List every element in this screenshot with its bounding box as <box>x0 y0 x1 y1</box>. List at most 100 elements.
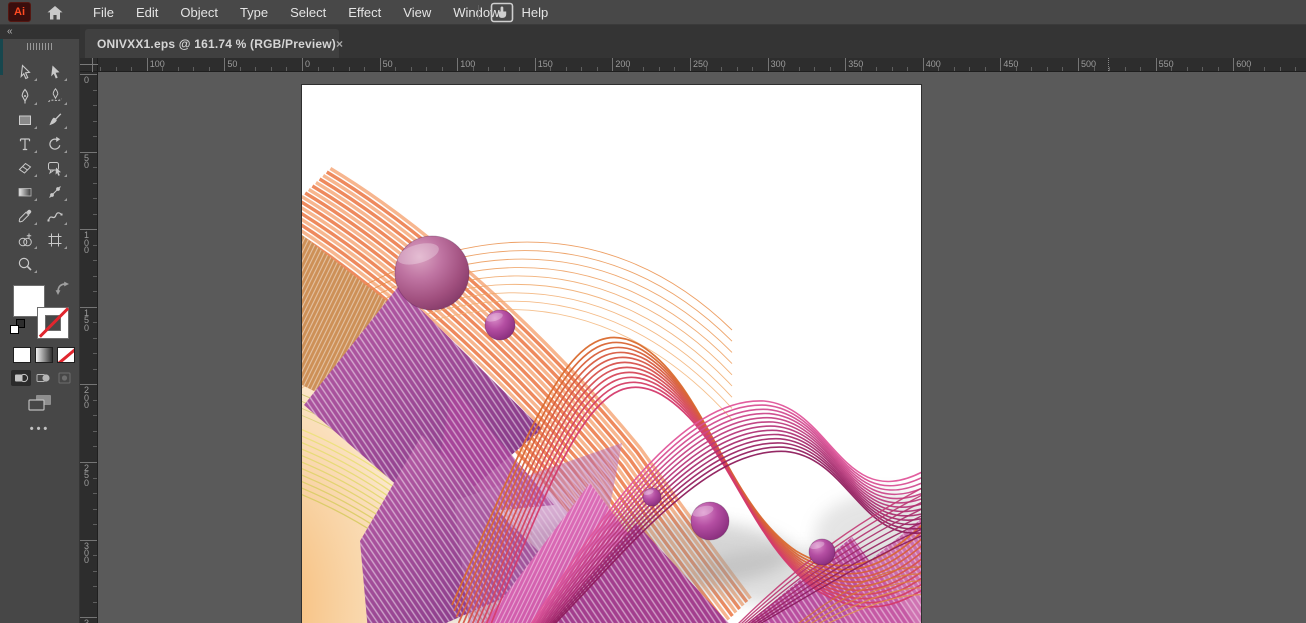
curvature-tool[interactable] <box>40 84 70 108</box>
ruler-tick <box>131 67 132 71</box>
ruler-tick <box>333 67 334 71</box>
ruler-tick <box>224 58 225 71</box>
zoom-tool[interactable] <box>10 252 40 276</box>
selection-tool[interactable] <box>40 60 70 84</box>
ruler-label: 100 <box>150 59 165 69</box>
ruler-label: 0 <box>84 480 89 487</box>
touch-workspace-icon <box>490 2 514 23</box>
ruler-tick <box>93 446 97 447</box>
ruler-label: 0 <box>84 77 89 84</box>
ruler-tick <box>969 67 970 71</box>
menu-item-select[interactable]: Select <box>279 0 337 25</box>
ruler-tick <box>1000 58 1001 71</box>
draw-normal-button[interactable] <box>11 370 31 386</box>
ruler-tick <box>93 509 97 510</box>
menu-item-edit[interactable]: Edit <box>125 0 169 25</box>
ruler-tick <box>799 67 800 71</box>
ruler-tick <box>1125 67 1126 71</box>
menu-item-view[interactable]: View <box>392 0 442 25</box>
panel-drag-handle[interactable] <box>27 43 53 50</box>
ruler-tick <box>93 291 97 292</box>
menu-item-object[interactable]: Object <box>169 0 229 25</box>
ruler-tick <box>1233 58 1234 71</box>
artboard-tool[interactable] <box>40 228 70 252</box>
ruler-tick <box>581 67 582 71</box>
ruler-tick <box>1078 58 1079 71</box>
draw-behind-button[interactable] <box>33 370 53 386</box>
rectangle-tool[interactable] <box>10 108 40 132</box>
touch-workspace-button[interactable] <box>488 1 515 24</box>
menu-item-effect[interactable]: Effect <box>337 0 392 25</box>
ruler-tick <box>1187 67 1188 71</box>
shape-builder-tool[interactable] <box>10 228 40 252</box>
change-screen-mode-button[interactable] <box>26 394 54 412</box>
ruler-label: 350 <box>848 59 863 69</box>
app-logo: Ai <box>8 2 31 22</box>
ruler-tick <box>93 602 97 603</box>
artboard[interactable] <box>302 85 921 623</box>
home-button[interactable] <box>42 2 68 23</box>
eraser-tool[interactable] <box>10 156 40 180</box>
ruler-label: 450 <box>1003 59 1018 69</box>
ruler-tick <box>147 58 148 71</box>
ruler-tick <box>93 369 97 370</box>
ruler-tick <box>954 67 955 71</box>
vertical-ruler[interactable]: 050100150200250300350 <box>80 72 98 623</box>
document-tab[interactable]: ONIVXX1.eps @ 161.74 % (RGB/Preview) × <box>85 29 339 58</box>
empty-tool-slot <box>40 252 70 276</box>
default-fill-stroke-icon[interactable] <box>10 319 25 334</box>
ruler-tick <box>93 338 97 339</box>
draw-inside-button[interactable] <box>55 370 75 386</box>
ruler-tick <box>93 167 97 168</box>
ruler-tick <box>845 58 846 71</box>
ruler-tick <box>93 276 97 277</box>
ruler-tick <box>1218 67 1219 71</box>
ruler-tick <box>349 67 350 71</box>
swap-fill-stroke-icon[interactable] <box>55 281 70 296</box>
horizontal-ruler[interactable]: 1005005010015020025030035040045050055060… <box>98 58 1306 72</box>
shaper-tool[interactable] <box>40 156 70 180</box>
menu-item-file[interactable]: File <box>82 0 125 25</box>
ruler-tick <box>93 524 97 525</box>
ruler-tick <box>892 67 893 71</box>
mini-fill-square <box>10 325 19 334</box>
pen-tool[interactable] <box>10 84 40 108</box>
gradient-button[interactable] <box>35 347 53 363</box>
ruler-tick <box>1140 67 1141 71</box>
type-tool[interactable] <box>10 132 40 156</box>
rotate-tool[interactable] <box>40 132 70 156</box>
ruler-label: 600 <box>1236 59 1251 69</box>
none-button[interactable] <box>57 347 75 363</box>
eyedropper-tool[interactable] <box>10 204 40 228</box>
width-tool[interactable] <box>40 180 70 204</box>
panel-collapse-button[interactable]: « <box>0 25 80 39</box>
canvas-area[interactable] <box>98 72 1306 623</box>
ruler-label: 400 <box>926 59 941 69</box>
ruler-tick <box>93 245 97 246</box>
ruler-origin-corner[interactable] <box>80 58 98 72</box>
ruler-tick <box>411 67 412 71</box>
direct-selection-tool[interactable] <box>10 60 40 84</box>
smooth-tool[interactable] <box>40 204 70 228</box>
ruler-tick <box>535 58 536 71</box>
menu-item-help[interactable]: Help <box>510 0 559 25</box>
artwork <box>302 85 921 623</box>
paintbrush-tool[interactable] <box>40 108 70 132</box>
ruler-tick <box>814 67 815 71</box>
ruler-tick <box>1156 58 1157 71</box>
menu-item-type[interactable]: Type <box>229 0 279 25</box>
ruler-tick <box>737 67 738 71</box>
ruler-tick <box>1031 67 1032 71</box>
ruler-tick <box>93 136 97 137</box>
edit-toolbar-button[interactable]: ••• <box>0 423 80 435</box>
ruler-label: 150 <box>538 59 553 69</box>
ruler-tick <box>488 67 489 71</box>
gradient-tool[interactable] <box>10 180 40 204</box>
ruler-tick <box>442 67 443 71</box>
ruler-tick <box>364 67 365 71</box>
ruler-tick <box>93 353 97 354</box>
panel-edge-accent <box>0 39 3 75</box>
ruler-tick <box>426 67 427 71</box>
color-button[interactable] <box>13 347 31 363</box>
tab-close-icon[interactable]: × <box>336 38 343 50</box>
